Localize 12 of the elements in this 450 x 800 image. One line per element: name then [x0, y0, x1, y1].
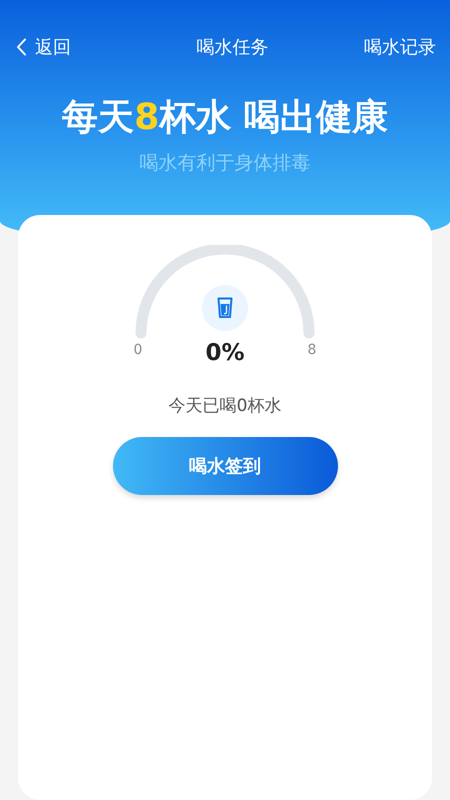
page-title: 喝水任务 [196, 36, 268, 59]
records-link[interactable]: 喝水记录 [364, 35, 436, 59]
cup-icon [202, 285, 248, 331]
subtitle: 喝水有利于身体排毒 [138, 151, 312, 176]
back-icon [16, 38, 27, 56]
scale-max: 8 [306, 342, 318, 358]
back-button[interactable]: 返回 [16, 35, 71, 59]
today-count: 今天已喝0杯水 [168, 395, 282, 417]
scale-min: 0 [132, 342, 144, 358]
percent-value: 0% [205, 340, 245, 366]
headline: 每天8杯水 喝出健康 [61, 96, 389, 140]
check-in-button[interactable]: 喝水签到 [112, 437, 338, 495]
